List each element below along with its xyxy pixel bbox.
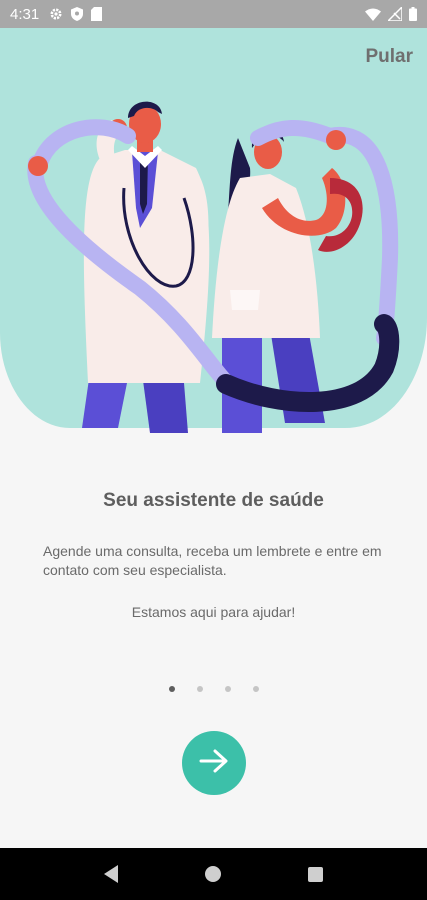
page-indicator xyxy=(0,686,427,692)
arrow-right-icon xyxy=(199,749,229,778)
system-nav-bar xyxy=(0,848,427,900)
home-icon[interactable] xyxy=(204,866,221,882)
back-icon[interactable] xyxy=(103,865,118,883)
doctors-illustration xyxy=(0,28,427,433)
hero-illustration: Pular xyxy=(0,28,427,438)
shield-icon xyxy=(71,7,84,21)
onboarding-title: Seu assistente de saúde xyxy=(103,490,324,511)
next-button[interactable] xyxy=(182,731,246,795)
status-bar: 4:31 xyxy=(0,0,427,28)
onboarding-description: Agende uma consulta, receba um lembrete … xyxy=(43,543,382,578)
status-time: 4:31 xyxy=(10,5,40,23)
wifi-icon xyxy=(365,8,381,21)
skip-button[interactable]: Pular xyxy=(365,46,413,68)
sim-card-icon xyxy=(91,7,103,21)
onboarding-tagline: Estamos aqui para ajudar! xyxy=(131,604,296,620)
recents-icon[interactable] xyxy=(308,866,324,882)
page-dot-2[interactable] xyxy=(196,686,203,692)
gear-icon xyxy=(49,7,63,21)
page-dot-3[interactable] xyxy=(224,686,231,692)
battery-icon xyxy=(409,7,417,21)
signal-off-icon xyxy=(388,7,402,21)
page-dot-4[interactable] xyxy=(252,686,259,692)
page-dot-1[interactable] xyxy=(168,686,175,692)
